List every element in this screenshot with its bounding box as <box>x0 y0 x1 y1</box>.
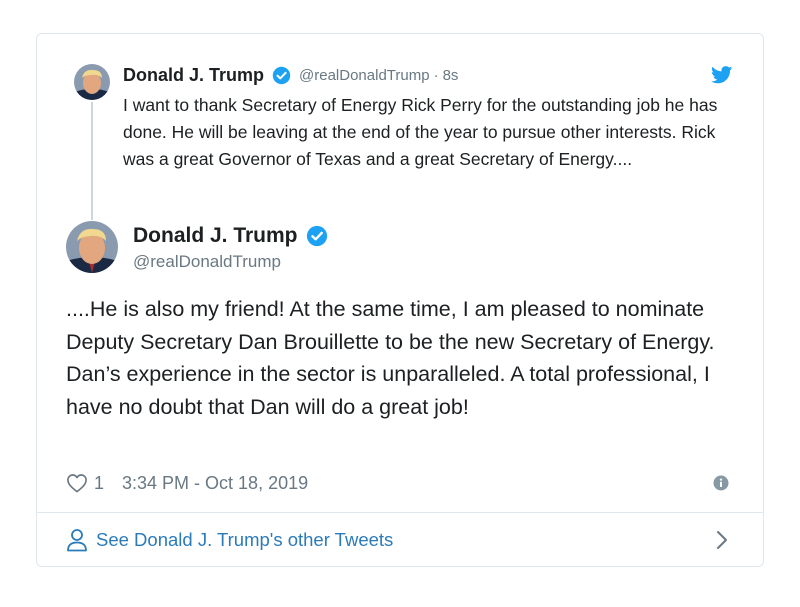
header-separator: · <box>433 66 439 84</box>
tweet-timestamp[interactable]: 3:34 PM - Oct 18, 2019 <box>122 473 308 494</box>
verified-badge-icon <box>272 66 291 84</box>
thread-connector-line <box>91 102 93 220</box>
like-count[interactable]: 1 <box>94 473 104 494</box>
tweet-meta: 1 3:34 PM - Oct 18, 2019 <box>66 472 308 494</box>
chevron-right-icon[interactable] <box>715 529 729 551</box>
author-name[interactable]: Donald J. Trump <box>133 224 298 248</box>
parent-author-name[interactable]: Donald J. Trump <box>123 65 264 86</box>
verified-badge-icon <box>306 225 327 247</box>
twitter-bird-icon[interactable] <box>711 66 733 84</box>
parent-avatar[interactable] <box>74 64 110 100</box>
parent-tweet-text: I want to thank Secretary of Energy Rick… <box>123 95 718 169</box>
footer-divider <box>37 512 763 513</box>
author-avatar[interactable] <box>66 221 118 273</box>
parent-tweet-time[interactable]: 8s <box>443 67 459 84</box>
profile-link-row[interactable]: See Donald J. Trump's other Tweets <box>66 528 393 552</box>
embedded-tweet-card: Donald J. Trump @realDonaldTrump · 8s I … <box>36 33 764 567</box>
author-name-row: Donald J. Trump <box>133 224 328 248</box>
person-icon <box>67 529 87 552</box>
see-other-tweets-link[interactable]: See Donald J. Trump's other Tweets <box>96 529 393 551</box>
author-handle[interactable]: @realDonaldTrump <box>133 252 281 272</box>
parent-author-handle[interactable]: @realDonaldTrump <box>299 67 430 84</box>
heart-icon[interactable] <box>66 473 88 493</box>
parent-tweet-header: Donald J. Trump @realDonaldTrump · 8s <box>123 64 458 86</box>
parent-tweet[interactable]: Donald J. Trump @realDonaldTrump · 8s I … <box>37 34 763 224</box>
tweet-text: ....He is also my friend! At the same ti… <box>66 297 715 419</box>
info-icon[interactable] <box>713 475 729 491</box>
